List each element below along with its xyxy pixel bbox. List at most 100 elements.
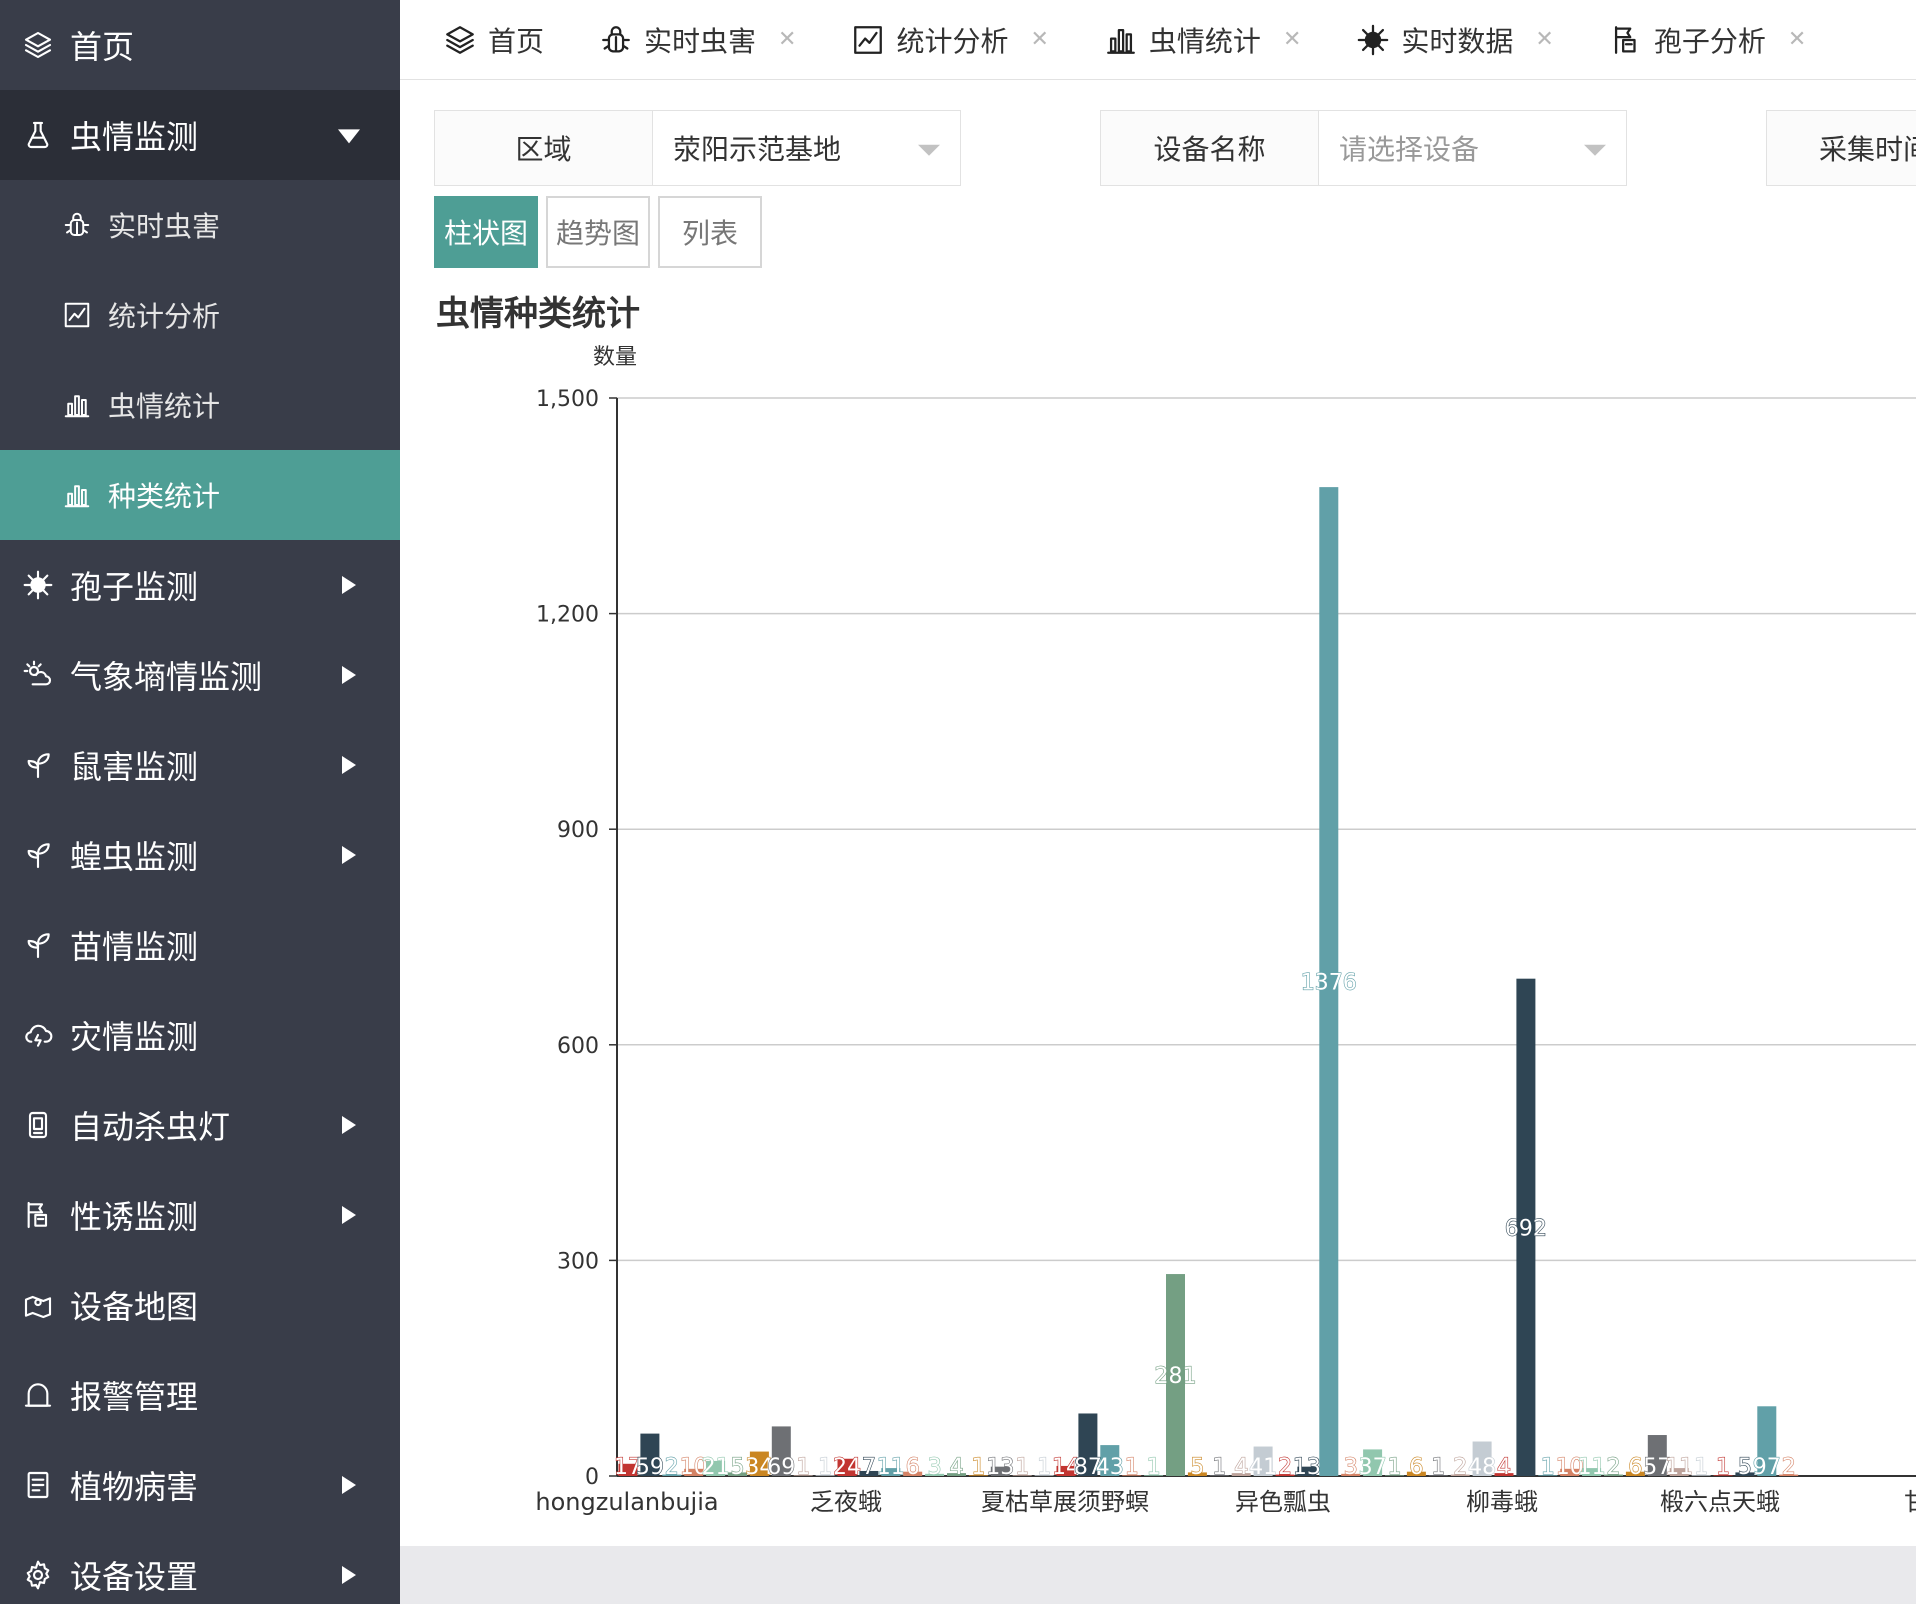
gear-icon [20, 1557, 56, 1593]
bar-value-label: 41 [1249, 1455, 1277, 1480]
layers-icon [442, 22, 478, 58]
sidebar-subitem-2[interactable]: 虫情统计 [0, 360, 400, 450]
caret-right-icon [342, 576, 356, 594]
bar-value-label: 1 [971, 1455, 985, 1480]
caret-right-icon [342, 1566, 356, 1584]
sidebar-item-8[interactable]: 自动杀虫灯 [0, 1080, 400, 1170]
document-icon [20, 1467, 56, 1503]
tab-0[interactable]: 首页 [400, 0, 556, 79]
bar-value-label: 24 [833, 1455, 861, 1480]
sidebar-item-label: 孢子监测 [70, 568, 199, 606]
sidebar-item-9[interactable]: 性诱监测 [0, 1170, 400, 1260]
bell-icon [20, 1377, 56, 1413]
bar-value-label: 1 [1212, 1455, 1226, 1480]
sprout-icon [20, 747, 56, 783]
main-content: 区域 荥阳示范基地 设备名称 请选择设备 采集时间 柱状图 趋势图 列表 虫情种… [400, 80, 1916, 1546]
tab-4[interactable]: 实时数据 ✕ [1313, 0, 1565, 79]
sprout-icon [20, 927, 56, 963]
map-pin-icon [20, 1287, 56, 1323]
sidebar-subitem-1[interactable]: 统计分析 [0, 270, 400, 360]
trap-icon [20, 1197, 56, 1233]
sidebar-item-7[interactable]: 灾情监测 [0, 990, 400, 1080]
y-tick-label: 600 [557, 1034, 599, 1059]
x-tick-label: 椴六点天蛾 [1660, 1488, 1780, 1516]
sidebar-subitem-0[interactable]: 实时虫害 [0, 180, 400, 270]
sidebar-item-0[interactable]: 首页 [0, 0, 400, 90]
caret-right-icon [342, 756, 356, 774]
caret-right-icon [342, 1476, 356, 1494]
sidebar-item-label: 鼠害监测 [70, 748, 199, 786]
sidebar-item-10[interactable]: 设备地图 [0, 1260, 400, 1350]
bar-value-label: 1 [796, 1455, 810, 1480]
virus-icon [1355, 22, 1391, 58]
cloud-lightning-icon [20, 1017, 56, 1053]
bar-value-label: 13 [1293, 1455, 1321, 1480]
x-tick-label: 柳毒蛾 [1466, 1488, 1538, 1516]
trap-icon [1608, 22, 1644, 58]
sidebar-item-12[interactable]: 植物病害 [0, 1440, 400, 1530]
bar-value-label: 5 [1190, 1455, 1204, 1480]
bar-value-label: 59 [636, 1455, 664, 1480]
sidebar-item-11[interactable]: 报警管理 [0, 1350, 400, 1440]
caret-right-icon [342, 1206, 356, 1224]
bar-value-label: 6 [1409, 1455, 1423, 1480]
sidebar-item-2[interactable]: 孢子监测 [0, 540, 400, 630]
sidebar-item-4[interactable]: 鼠害监测 [0, 720, 400, 810]
bar-value-label: 6 [906, 1455, 920, 1480]
sidebar-item-5[interactable]: 蝗虫监测 [0, 810, 400, 900]
sidebar-item-6[interactable]: 苗情监测 [0, 900, 400, 990]
bar-chart-icon [1103, 22, 1139, 58]
sidebar-item-label: 报警管理 [70, 1378, 199, 1416]
sidebar: 首页虫情监测实时虫害 统计分析虫情统计种类统计孢子监测气象墒情监测鼠害监测蝗虫监测… [0, 0, 400, 1604]
sidebar-item-13[interactable]: 设备设置 [0, 1530, 400, 1604]
tab-1[interactable]: 实时虫害 ✕ [556, 0, 808, 79]
close-icon[interactable]: ✕ [1535, 27, 1553, 52]
y-tick-label: 1,500 [536, 387, 599, 412]
y-tick-label: 300 [557, 1249, 599, 1274]
sidebar-item-label: 灾情监测 [70, 1018, 199, 1056]
tab-5[interactable]: 孢子分析 ✕ [1566, 0, 1818, 79]
close-icon[interactable]: ✕ [1283, 27, 1301, 52]
bar-value-label: 2 [1453, 1455, 1467, 1480]
sidebar-item-label: 植物病害 [70, 1468, 199, 1506]
bar-value-label: 1 [1388, 1455, 1402, 1480]
bar-value-label: 1 [818, 1455, 832, 1480]
bar-value-label: 2 [665, 1455, 679, 1480]
sidebar-item-label: 苗情监测 [70, 928, 199, 966]
sidebar-item-label: 虫情监测 [70, 118, 199, 156]
bar-value-label: 21 [702, 1455, 730, 1480]
bar-value-label: 1 [1694, 1455, 1708, 1480]
close-icon[interactable]: ✕ [778, 27, 796, 52]
virus-icon [20, 567, 56, 603]
tab-2[interactable]: 统计分析 ✕ [808, 0, 1060, 79]
bar-chart-icon [60, 388, 94, 422]
tab-3[interactable]: 虫情统计 ✕ [1061, 0, 1313, 79]
sidebar-subitem-label: 虫情统计 [108, 390, 221, 423]
bar-value-label: 281 [1155, 1364, 1197, 1389]
line-chart-icon [850, 22, 886, 58]
close-icon[interactable]: ✕ [1788, 27, 1806, 52]
bar-chart: 数量03006009001,2001,5001759 2 1021 5 3469 1 1 24… [535, 345, 1916, 1516]
bar-value-label: 2 [1607, 1455, 1621, 1480]
bar-value-label: 4 [1497, 1455, 1511, 1480]
caret-right-icon [342, 666, 356, 684]
sidebar-item-3[interactable]: 气象墒情监测 [0, 630, 400, 720]
tab-label: 孢子分析 [1653, 24, 1766, 58]
bar-value-label: 3 [928, 1455, 942, 1480]
bar-value-label: 13 [986, 1455, 1014, 1480]
bar-chart-icon [60, 478, 94, 512]
sidebar-subitem-3[interactable]: 种类统计 [0, 450, 400, 540]
sidebar-item-1[interactable]: 虫情监测 [0, 90, 400, 180]
bar-value-label: 3 [1344, 1455, 1358, 1480]
bar-value-label: 692 [1505, 1216, 1547, 1241]
bar-value-label: 4 [1234, 1455, 1248, 1480]
bar-value-label: 1 [1037, 1455, 1051, 1480]
bar-value-label: 11 [877, 1455, 905, 1480]
close-icon[interactable]: ✕ [1030, 27, 1048, 52]
sidebar-item-label: 设备地图 [70, 1288, 199, 1326]
tab-label: 实时数据 [1401, 24, 1514, 58]
tab-label: 统计分析 [896, 24, 1009, 58]
bar-value-label: 5 [1738, 1455, 1752, 1480]
bug-flask-icon [20, 117, 56, 153]
y-tick-label: 1,200 [536, 603, 599, 628]
